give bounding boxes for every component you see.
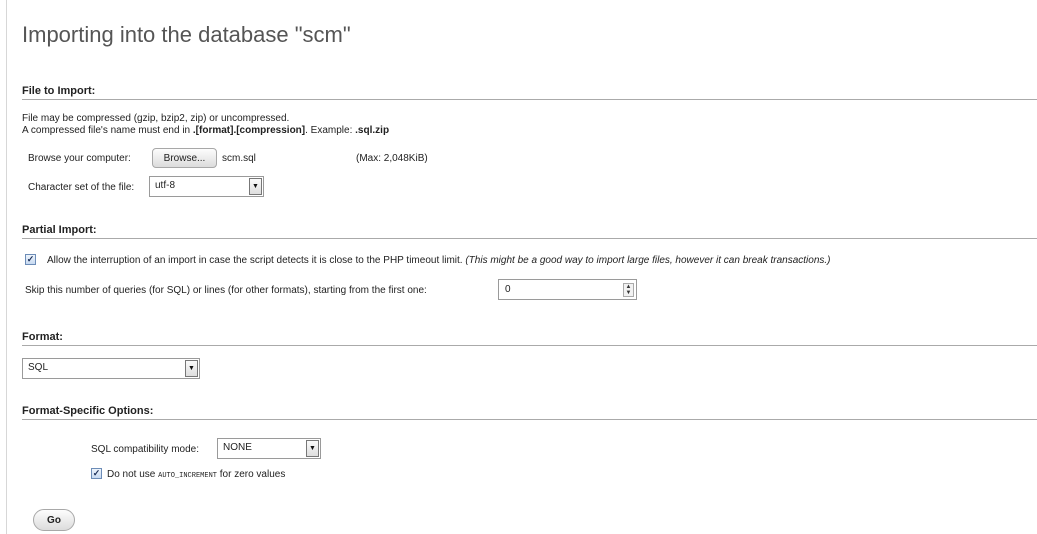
left-border: [6, 0, 7, 534]
allow-interrupt-checkbox[interactable]: ✓: [25, 254, 36, 265]
filename-note-mid: . Example:: [305, 125, 356, 136]
checkmark-icon: ✓: [26, 254, 35, 264]
filename-note-prefix: A compressed file's name must end in: [22, 125, 193, 136]
max-upload-size: (Max: 2,048KiB): [356, 153, 428, 164]
no-auto-increment-text: Do not use AUTO_INCREMENT for zero value…: [107, 469, 285, 480]
skip-queries-label: Skip this number of queries (for SQL) or…: [25, 285, 427, 296]
chevron-down-icon: ▼: [306, 440, 319, 457]
no-auto-inc-suffix: for zero values: [216, 469, 286, 480]
file-to-import-header: File to Import:: [22, 85, 1037, 100]
skip-queries-input[interactable]: 0 ▲ ▼: [498, 279, 637, 300]
charset-select[interactable]: utf-8 ▼: [149, 176, 264, 197]
no-auto-inc-prefix: Do not use: [107, 469, 159, 480]
skip-queries-value: 0: [505, 284, 511, 295]
checkmark-icon: ✓: [92, 468, 101, 478]
selected-file-name: scm.sql: [222, 153, 256, 164]
sql-compat-select[interactable]: NONE ▼: [217, 438, 321, 459]
no-auto-increment-checkbox[interactable]: ✓: [91, 468, 102, 479]
format-options-header: Format-Specific Options:: [22, 405, 1037, 420]
spin-down-icon: ▼: [625, 290, 632, 296]
sql-compat-value: NONE: [223, 442, 252, 453]
chevron-down-icon: ▼: [185, 360, 198, 377]
go-button[interactable]: Go: [33, 509, 75, 531]
charset-value: utf-8: [155, 180, 176, 191]
chevron-down-icon: ▼: [249, 178, 262, 195]
compression-filename-note: A compressed file's name must end in .[f…: [22, 125, 389, 136]
browse-label: Browse your computer:: [28, 153, 131, 164]
browse-button[interactable]: Browse...: [152, 148, 217, 168]
filename-pattern: .[format].[compression]: [192, 125, 306, 136]
format-header: Format:: [22, 331, 1037, 346]
compression-note: File may be compressed (gzip, bzip2, zip…: [22, 113, 290, 124]
allow-interrupt-note: (This might be a good way to import larg…: [465, 255, 831, 266]
filename-example: .sql.zip: [355, 125, 390, 136]
partial-import-header: Partial Import:: [22, 224, 1037, 239]
allow-interrupt-text: Allow the interruption of an import in c…: [47, 255, 831, 266]
charset-label: Character set of the file:: [28, 182, 135, 193]
sql-compat-label: SQL compatibility mode:: [91, 444, 200, 455]
spinner-arrows-icon[interactable]: ▲ ▼: [623, 283, 634, 297]
allow-interrupt-label: Allow the interruption of an import in c…: [47, 255, 463, 266]
page-title: Importing into the database "scm": [22, 22, 351, 47]
format-value: SQL: [28, 362, 49, 373]
auto-increment-code: AUTO_INCREMENT: [158, 472, 217, 480]
format-select[interactable]: SQL ▼: [22, 358, 200, 379]
